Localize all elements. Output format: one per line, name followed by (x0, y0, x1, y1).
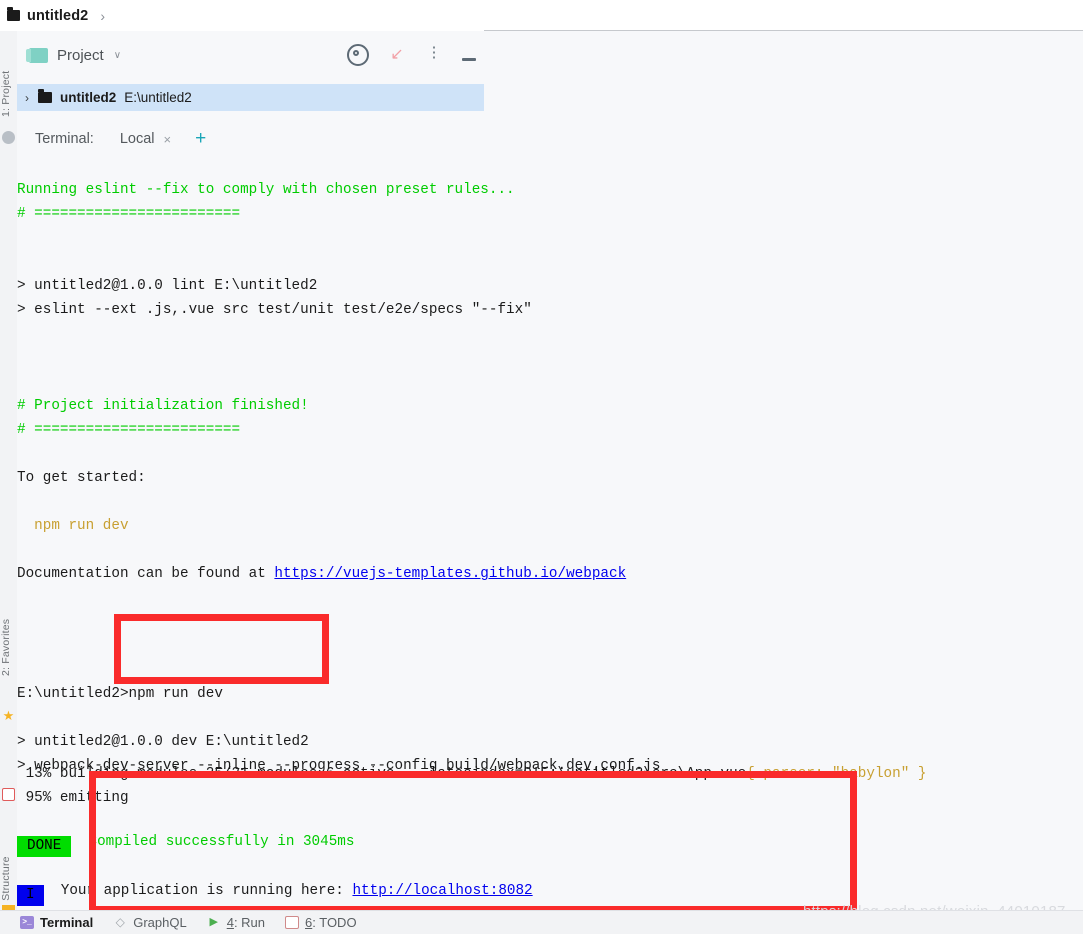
terminal-link[interactable]: https://vuejs-templates.github.io/webpac… (274, 566, 626, 582)
chevron-down-icon[interactable]: ∨ (114, 50, 121, 61)
terminal-progress-text: 13% building modules 25/31 modules 6 act… (17, 766, 747, 782)
terminal-icon: >_ (20, 916, 34, 929)
breadcrumb: untitled2 › (0, 0, 1083, 31)
project-tool-window: Project ∨ ↙ ⋮ › untitled2 E:\untitled2 (17, 31, 484, 120)
folder-icon (7, 7, 20, 21)
sidebar-tab-project[interactable]: 1: Project (0, 37, 17, 117)
chevron-right-icon[interactable]: › (100, 8, 105, 24)
project-folder-icon (26, 47, 48, 63)
locate-target-icon[interactable] (347, 44, 369, 66)
terminal-progress-parser: { parser: "babylon" } (746, 766, 927, 782)
collapse-all-icon[interactable]: ↙ (388, 46, 406, 64)
project-panel-title: Project (57, 46, 104, 64)
terminal-line: # ======================== (17, 202, 240, 226)
project-tree-row-untitled2[interactable]: › untitled2 E:\untitled2 (17, 84, 484, 111)
terminal-localhost-link[interactable]: http://localhost:8082 (352, 883, 532, 899)
terminal-tab-local[interactable]: Local (120, 131, 155, 147)
bottom-bar-item-terminal[interactable]: >_ Terminal (20, 915, 93, 930)
terminal-line-text: npm run dev (17, 518, 129, 534)
bottom-bar-shortcut-todo: 6 (305, 915, 313, 930)
status-badge-info: I (17, 885, 44, 906)
terminal-line-text: # ======================== (17, 206, 241, 222)
terminal-emitting-line: 95% emitting (17, 786, 129, 810)
terminal-line: To get started: (17, 466, 146, 490)
bottom-bar-label-todo: : TODO (312, 915, 357, 930)
terminal-done-line: DONE Compiled successfully in 3045ms (17, 830, 354, 857)
bottom-bar-label-terminal: Terminal (40, 915, 94, 930)
project-panel-toolbar: ↙ ⋮ (347, 31, 476, 79)
terminal-line: npm run dev (17, 514, 129, 538)
close-icon[interactable]: × (164, 132, 172, 147)
project-panel-header: Project ∨ ↙ ⋮ (17, 31, 484, 79)
project-tree-node-name: untitled2 (60, 90, 117, 105)
terminal-output[interactable]: Running eslint --fix to comply with chos… (17, 158, 1083, 910)
header-divider (484, 30, 1083, 31)
terminal-line-text: > untitled2@1.0.0 dev E:\untitled2 (17, 734, 309, 750)
project-globe-icon (2, 131, 15, 144)
terminal-label: Terminal: (35, 131, 94, 147)
bottom-bar-label-graphql: GraphQL (133, 915, 187, 930)
terminal-emitting-text: 95% emitting (17, 790, 129, 806)
expand-arrow-icon[interactable]: › (25, 91, 29, 105)
terminal-tab-bar: Terminal: Local × + (17, 120, 1083, 159)
terminal-line-text: # ======================== (17, 422, 241, 438)
star-icon: ★ (2, 708, 15, 723)
terminal-line: Running eslint --fix to comply with chos… (17, 178, 515, 202)
terminal-line: # ======================== (17, 418, 240, 442)
bottom-tool-bar: >_ Terminal ◇ GraphQL ▶ 4 : Run 6 : TODO (0, 910, 1083, 934)
terminal-info-line: I Your application is running here: http… (17, 879, 533, 906)
terminal-line-text: Documentation can be found at (17, 566, 275, 582)
add-terminal-icon[interactable]: + (195, 129, 206, 148)
terminal-line-text: > untitled2@1.0.0 lint E:\untitled2 (17, 278, 318, 294)
terminal-line: > untitled2@1.0.0 dev E:\untitled2 (17, 730, 309, 754)
terminal-line-text: > eslint --ext .js,.vue src test/unit te… (17, 302, 532, 318)
graphql-icon: ◇ (115, 915, 125, 929)
project-tree-node-path: E:\untitled2 (124, 90, 192, 105)
terminal-line-text: E:\untitled2>npm run dev (17, 686, 223, 702)
sidebar-tab-structure[interactable]: 7: Structure (0, 821, 17, 913)
bottom-bar-item-run[interactable]: ▶ 4 : Run (207, 915, 265, 930)
terminal-done-message: Compiled successfully in 3045ms (71, 834, 355, 850)
terminal-line: Documentation can be found at https://vu… (17, 562, 626, 586)
todo-icon (285, 916, 300, 929)
terminal-line: > untitled2@1.0.0 lint E:\untitled2 (17, 274, 317, 298)
terminal-info-message: Your application is running here: (43, 883, 353, 899)
run-icon: ▶ (209, 916, 218, 928)
breadcrumb-project-name[interactable]: untitled2 (27, 8, 88, 24)
terminal-line: E:\untitled2>npm run dev (17, 682, 223, 706)
left-tool-strip: 1: Project 2: Favorites ★ 7: Structure (0, 31, 18, 933)
bottom-bar-shortcut-run: 4 (226, 915, 234, 930)
folder-icon (38, 89, 52, 103)
minimize-icon[interactable] (462, 57, 476, 61)
terminal-line: > eslint --ext .js,.vue src test/unit te… (17, 298, 532, 322)
bottom-bar-item-todo[interactable]: 6 : TODO (285, 915, 357, 930)
terminal-line: # Project initialization finished! (17, 394, 309, 418)
terminal-line-text: # Project initialization finished! (17, 398, 309, 414)
bottom-bar-label-run: : Run (233, 915, 266, 930)
more-options-icon[interactable]: ⋮ (425, 45, 443, 64)
bottom-bar-item-graphql[interactable]: ◇ GraphQL (113, 915, 187, 930)
sidebar-tab-favorites[interactable]: 2: Favorites (0, 586, 17, 676)
terminal-line-text: To get started: (17, 470, 146, 486)
terminal-progress-line: 13% building modules 25/31 modules 6 act… (17, 762, 927, 786)
status-badge-done: DONE (17, 836, 72, 857)
terminal-line-text: Running eslint --fix to comply with chos… (17, 182, 515, 198)
structure-marker-icon (2, 788, 15, 801)
